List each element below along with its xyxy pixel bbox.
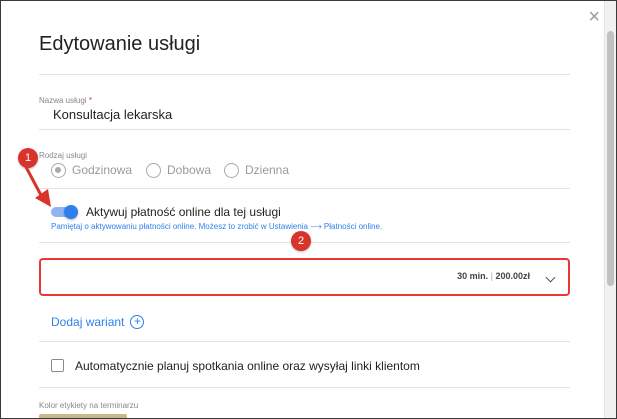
service-name-underline xyxy=(39,129,570,130)
add-variant-label: Dodaj wariant xyxy=(51,315,125,329)
variant-row[interactable]: 30 min. | 200.00zł xyxy=(39,258,570,296)
variant-duration: 30 min. xyxy=(457,271,489,281)
scrollbar-thumb[interactable] xyxy=(607,31,614,286)
service-name-label: Nazwa usługi * xyxy=(39,96,92,105)
divider xyxy=(39,188,570,189)
chevron-down-icon[interactable] xyxy=(545,272,556,283)
divider xyxy=(39,74,570,75)
divider xyxy=(39,341,570,342)
toggle-knob[interactable] xyxy=(64,205,78,219)
dialog: × Edytowanie usługi Nazwa usługi * Konsu… xyxy=(0,0,617,419)
required-mark: * xyxy=(88,96,92,105)
auto-schedule-checkbox[interactable] xyxy=(51,359,64,372)
service-type-label: Rodzaj usługi xyxy=(39,151,88,160)
terminal-color-label: Kolor etykiety na terminarzu xyxy=(39,401,139,410)
service-name-input[interactable]: Konsultacja lekarska xyxy=(53,107,172,122)
radio-label: Godzinowa xyxy=(72,163,133,177)
annotation-marker-2: 2 xyxy=(291,231,311,251)
radio-circle[interactable] xyxy=(146,162,161,178)
variant-summary: 30 min. | 200.00zł xyxy=(457,271,530,281)
radio-label: Dobowa xyxy=(167,163,212,177)
scrollbar[interactable] xyxy=(604,1,616,418)
radio-godzinowa[interactable]: Godzinowa xyxy=(51,162,132,178)
dialog-title: Edytowanie usługi xyxy=(39,33,201,55)
online-payment-hint: Pamiętaj o aktywowaniu płatności online.… xyxy=(51,222,383,231)
plus-circle-icon[interactable]: + xyxy=(130,315,145,329)
radio-circle[interactable] xyxy=(224,162,239,178)
online-payment-label: Aktywuj płatność online dla tej usługi xyxy=(86,205,281,219)
auto-schedule-label: Automatycznie planuj spotkania online or… xyxy=(75,359,420,373)
service-name-label-text: Nazwa usługi xyxy=(39,96,87,105)
variant-price: 200.00zł xyxy=(495,271,530,281)
variant-separator: | xyxy=(490,271,493,281)
add-variant-button[interactable]: Dodaj wariant + xyxy=(51,315,145,329)
close-icon[interactable]: × xyxy=(588,7,600,27)
red-arrow-icon xyxy=(24,165,51,207)
divider xyxy=(39,387,570,388)
radio-label: Dzienna xyxy=(245,163,290,177)
radio-circle-checked[interactable] xyxy=(51,162,66,178)
radio-dobowa[interactable]: Dobowa xyxy=(146,162,211,178)
terminal-color-swatch[interactable] xyxy=(39,414,127,418)
online-payment-toggle[interactable] xyxy=(51,205,78,219)
radio-dzienna[interactable]: Dzienna xyxy=(224,162,289,178)
